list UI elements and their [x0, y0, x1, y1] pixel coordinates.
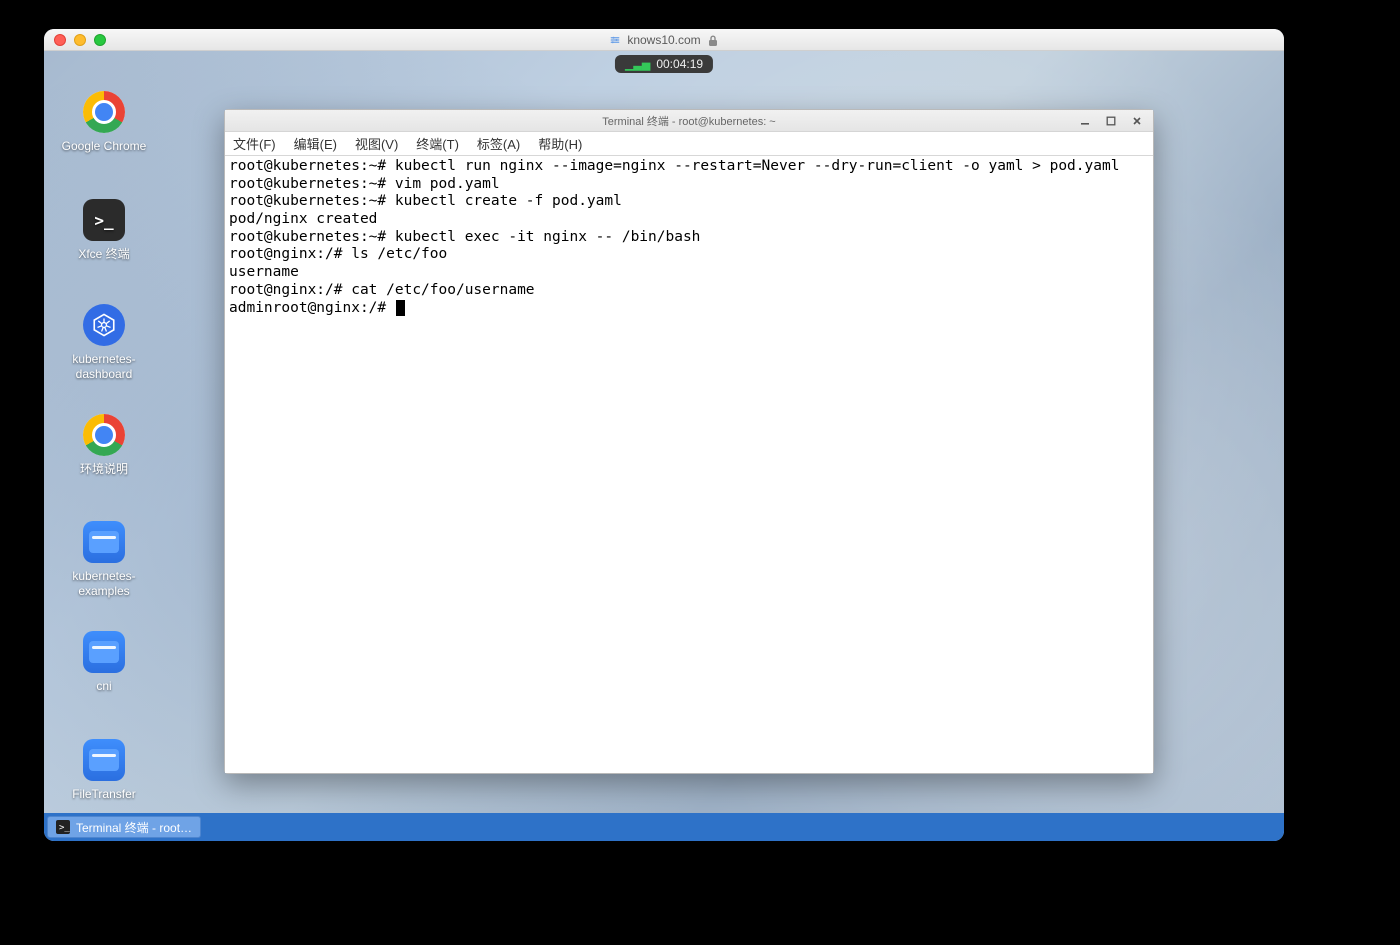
desktop-icon-label: 环境说明 [44, 462, 164, 477]
desktop-icon-google-chrome[interactable]: Google Chrome [44, 91, 164, 154]
taskbar[interactable]: >_ Terminal 终端 - root… [44, 813, 1284, 841]
address-bar: knows10.com [44, 33, 1284, 47]
terminal-line: root@kubernetes:~# vim pod.yaml [229, 176, 1149, 194]
taskbar-item-label: Terminal 终端 - root… [76, 819, 192, 836]
timer-value: 00:04:19 [656, 57, 703, 71]
desktop-icon-label: Google Chrome [44, 139, 164, 154]
terminal-line: username [229, 264, 1149, 282]
desktop-icon-env-desc[interactable]: 环境说明 [44, 414, 164, 477]
minimize-icon[interactable] [74, 34, 86, 46]
terminal-line: adminroot@nginx:/# [229, 300, 1149, 318]
outer-frame: knows10.com ▁▃▅ 00:04:19 Google Chrome Xf… [0, 0, 1400, 945]
desktop-icon-kubernetes-examples[interactable]: kubernetes-examples [44, 521, 164, 599]
desktop-icon-label: kubernetes-dashboard [44, 352, 164, 382]
terminal-line: root@nginx:/# ls /etc/foo [229, 246, 1149, 264]
minimize-button[interactable] [1073, 112, 1097, 130]
terminal-title: Terminal 终端 - root@kubernetes: ~ [602, 113, 775, 129]
terminal-window[interactable]: Terminal 终端 - root@kubernetes: ~ 文件(F) 编辑… [224, 109, 1154, 774]
terminal-icon [83, 199, 125, 241]
window-controls [1073, 110, 1149, 132]
domain-label: knows10.com [627, 33, 700, 47]
desktop-icon-file-transfer[interactable]: FileTransfer [44, 739, 164, 802]
cursor-icon [396, 300, 405, 316]
desktop-icon-label: Xfce 终端 [44, 247, 164, 262]
terminal-line: pod/nginx created [229, 211, 1149, 229]
chrome-icon [83, 414, 125, 456]
folder-icon [83, 739, 125, 781]
desktop-icon-cni[interactable]: cni [44, 631, 164, 694]
traffic-lights[interactable] [54, 34, 106, 46]
maximize-button[interactable] [1099, 112, 1123, 130]
close-button[interactable] [1125, 112, 1149, 130]
terminal-line: root@kubernetes:~# kubectl run nginx --i… [229, 158, 1149, 176]
desktop-icon-label: FileTransfer [44, 787, 164, 802]
mac-titlebar: knows10.com [44, 29, 1284, 51]
kubernetes-icon [83, 304, 125, 346]
desktop-icon-xfce-terminal[interactable]: Xfce 终端 [44, 199, 164, 262]
desktop-icon-label: kubernetes-examples [44, 569, 164, 599]
session-timer: ▁▃▅ 00:04:19 [615, 55, 713, 73]
menu-item[interactable]: 视图(V) [353, 132, 400, 155]
menu-item[interactable]: 文件(F) [231, 132, 278, 155]
terminal-line: root@kubernetes:~# kubectl create -f pod… [229, 193, 1149, 211]
signal-icon: ▁▃▅ [625, 58, 650, 71]
terminal-line: root@nginx:/# cat /etc/foo/username [229, 282, 1149, 300]
menu-item[interactable]: 编辑(E) [292, 132, 339, 155]
menu-item[interactable]: 帮助(H) [536, 132, 584, 155]
svg-text:>_: >_ [59, 823, 70, 833]
zoom-icon[interactable] [94, 34, 106, 46]
folder-icon [83, 631, 125, 673]
desktop-icon-label: cni [44, 679, 164, 694]
terminal-titlebar[interactable]: Terminal 终端 - root@kubernetes: ~ [225, 110, 1153, 132]
desktop-icon-kubernetes-dashboard[interactable]: kubernetes-dashboard [44, 304, 164, 382]
chrome-icon [83, 91, 125, 133]
terminal-body[interactable]: root@kubernetes:~# kubectl run nginx --i… [225, 156, 1153, 773]
terminal-menu: 文件(F) 编辑(E) 视图(V) 终端(T) 标签(A) 帮助(H) [225, 132, 1153, 156]
lock-icon [707, 34, 719, 46]
folder-icon [83, 521, 125, 563]
site-settings-icon [609, 34, 621, 46]
menu-item[interactable]: 终端(T) [414, 132, 461, 155]
close-icon[interactable] [54, 34, 66, 46]
menu-item[interactable]: 标签(A) [475, 132, 522, 155]
taskbar-item-terminal[interactable]: >_ Terminal 终端 - root… [47, 816, 201, 838]
terminal-line: root@kubernetes:~# kubectl exec -it ngin… [229, 229, 1149, 247]
remote-desktop-window: knows10.com ▁▃▅ 00:04:19 Google Chrome Xf… [44, 29, 1284, 841]
